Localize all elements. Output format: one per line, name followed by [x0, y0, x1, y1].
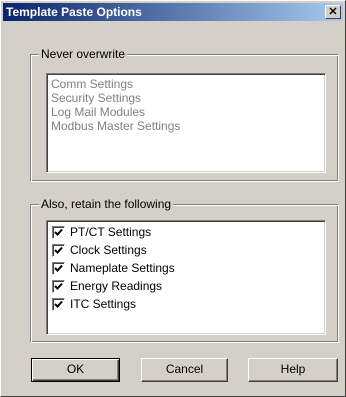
checklist-item-label: PT/CT Settings	[70, 225, 152, 239]
dialog-title: Template Paste Options	[6, 5, 142, 19]
title-bar[interactable]: Template Paste Options ✕	[3, 3, 343, 21]
list-item-log-mail-modules: Log Mail Modules	[51, 105, 146, 119]
ok-button[interactable]: OK	[31, 358, 120, 382]
checklist-item-label: ITC Settings	[70, 297, 137, 311]
checkbox-checked-icon[interactable]	[52, 262, 65, 275]
checklist-item-label: Clock Settings	[70, 243, 147, 257]
never-overwrite-group: Never overwrite Comm Settings Security S…	[30, 47, 339, 182]
checklist-item-label: Energy Readings	[70, 279, 163, 293]
checkbox-checked-icon[interactable]	[52, 280, 65, 293]
template-paste-options-dialog: Template Paste Options ✕ Never overwrite…	[0, 0, 346, 397]
retain-group: Also, retain the following PT/CT Setting…	[30, 197, 339, 343]
list-item-modbus-master-settings: Modbus Master Settings	[51, 119, 181, 133]
never-overwrite-label: Never overwrite	[39, 47, 128, 61]
help-button[interactable]: Help	[248, 358, 338, 382]
checklist-item-label: Nameplate Settings	[70, 261, 175, 275]
retain-checklist[interactable]: PT/CT Settings Clock Settings Nameplate …	[46, 220, 326, 335]
close-icon: ✕	[328, 6, 338, 18]
cancel-button[interactable]: Cancel	[141, 358, 228, 382]
list-item-comm-settings: Comm Settings	[51, 77, 134, 91]
checkbox-checked-icon[interactable]	[52, 298, 65, 311]
retain-label: Also, retain the following	[39, 197, 174, 211]
never-overwrite-list[interactable]: Comm Settings Security Settings Log Mail…	[46, 73, 326, 173]
checkbox-checked-icon[interactable]	[52, 244, 65, 257]
checkbox-checked-icon[interactable]	[52, 226, 65, 239]
close-button[interactable]: ✕	[325, 5, 341, 19]
list-item-security-settings: Security Settings	[51, 91, 142, 105]
